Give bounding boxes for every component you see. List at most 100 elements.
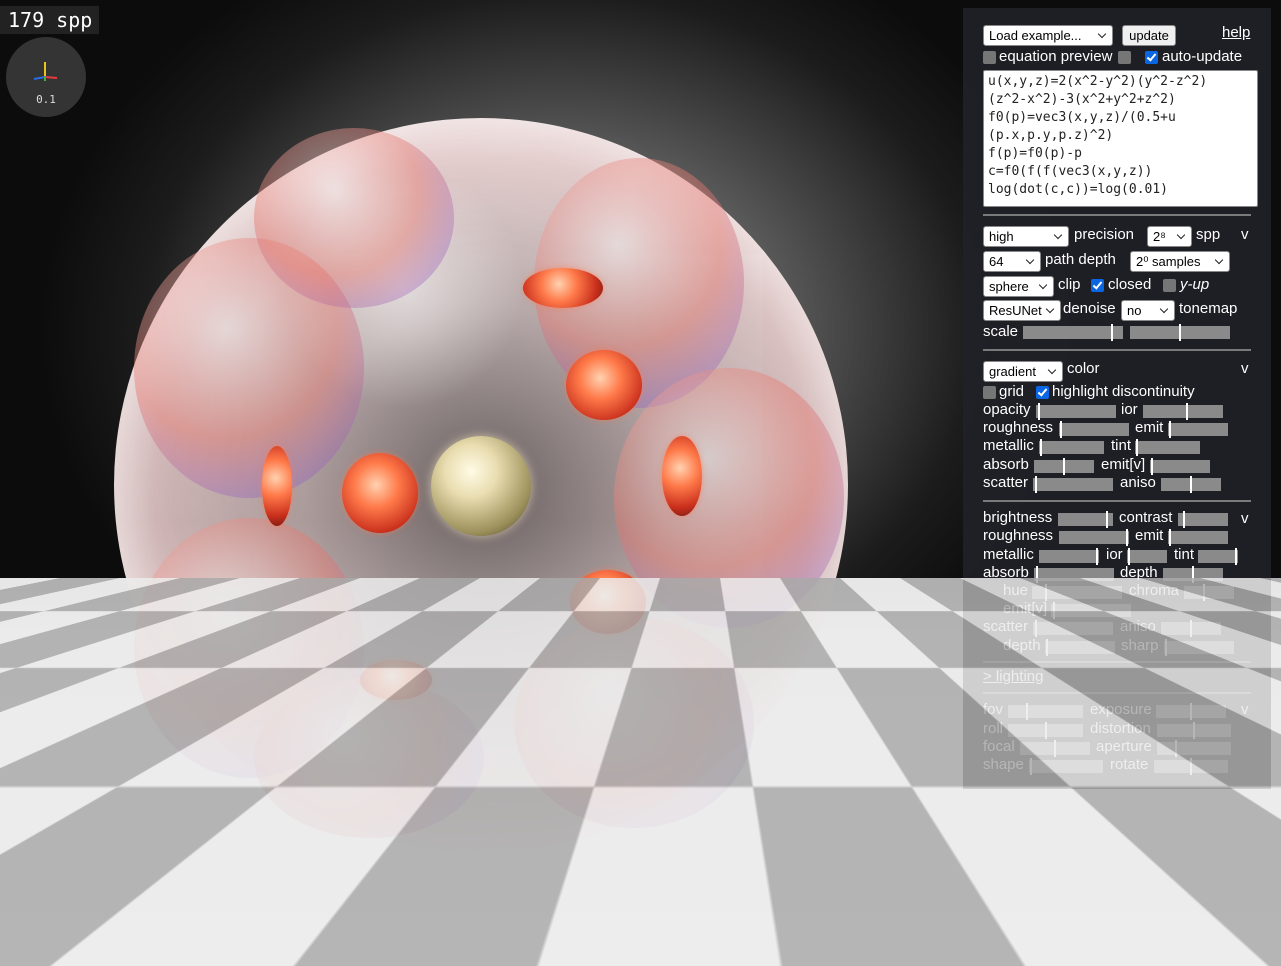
roughness-slider[interactable] [1059,421,1129,438]
slider-knob[interactable] [1036,566,1038,583]
rotate-slider[interactable] [1154,758,1228,775]
render-collapse-toggle[interactable]: v [1241,226,1249,244]
slider-knob[interactable] [1190,703,1192,720]
global-absorb-slider[interactable] [1034,566,1114,583]
slider-knob[interactable] [1169,529,1171,546]
chroma-label: chroma [1129,582,1180,599]
slider-knob[interactable] [1111,324,1113,341]
slider-knob[interactable] [1063,458,1065,475]
slider-knob[interactable] [1169,421,1171,438]
y-up-checkbox[interactable] [1163,279,1176,292]
chroma-slider[interactable] [1184,584,1234,601]
global-roughness-slider[interactable] [1059,529,1129,546]
global-emit-slider[interactable] [1168,529,1228,546]
material-collapse-toggle[interactable]: v [1241,360,1249,378]
opacity-slider[interactable] [1036,403,1116,420]
example-select[interactable]: Load example... [983,25,1113,46]
scale-slider-secondary[interactable] [1130,324,1230,341]
slider-knob[interactable] [1136,439,1138,456]
aniso-slider[interactable] [1161,476,1221,493]
equation-preview-checkbox[interactable] [983,51,996,64]
metallic-slider[interactable] [1039,439,1104,456]
sharp-slider[interactable] [1164,639,1234,656]
slider-knob[interactable] [1190,476,1192,493]
slider-knob[interactable] [1183,511,1185,528]
samples-select[interactable]: 2⁰ samples [1130,251,1230,272]
slider-knob[interactable] [1190,758,1192,775]
slider-knob[interactable] [1035,476,1037,493]
emit-v-slider[interactable] [1150,458,1210,475]
global-collapse-toggle[interactable]: v [1241,510,1249,528]
slider-knob[interactable] [1054,740,1056,757]
slider-knob[interactable] [1203,584,1205,601]
slider-knob[interactable] [1126,529,1128,546]
fov-slider[interactable] [1008,703,1083,720]
slider-knob[interactable] [1235,548,1237,565]
focal-slider[interactable] [1020,740,1090,757]
ior-slider[interactable] [1143,403,1223,420]
absorb-slider[interactable] [1034,458,1094,475]
slider-knob[interactable] [1186,403,1188,420]
highlight-discontinuity-checkbox[interactable] [1036,386,1049,399]
slider-knob[interactable] [1175,740,1177,757]
scatter-slider[interactable] [1033,476,1113,493]
slider-knob[interactable] [1151,458,1153,475]
roll-slider[interactable] [1008,722,1083,739]
spp-select[interactable]: 2⁸ [1147,226,1192,247]
axis-gizmo[interactable]: 0.1 [6,37,86,117]
path-depth-select[interactable]: 64 [983,251,1041,272]
auto-update-checkbox[interactable] [1145,51,1158,64]
slider-knob[interactable] [1192,566,1194,583]
global-scatter-slider[interactable] [1033,620,1113,637]
global-depth-slider[interactable] [1163,566,1223,583]
color-mode-select[interactable]: gradient [983,361,1063,382]
shape-slider[interactable] [1029,758,1103,775]
clip-select[interactable]: sphere [983,276,1054,297]
grid-checkbox[interactable] [983,386,996,399]
exposure-slider[interactable] [1156,703,1226,720]
slider-knob[interactable] [1096,548,1098,565]
camera-collapse-toggle[interactable]: v [1241,701,1249,719]
contrast-slider[interactable] [1178,511,1228,528]
tonemap-select[interactable]: no [1121,300,1175,321]
slider-knob[interactable] [1179,324,1181,341]
global-aniso-slider[interactable] [1161,620,1221,637]
global-emit-v-slider[interactable] [1051,602,1131,619]
slider-knob[interactable] [1053,602,1055,619]
global-tint-slider[interactable] [1198,548,1238,565]
slider-knob[interactable] [1165,639,1167,656]
closed-checkbox[interactable] [1091,279,1104,292]
scale-label: scale [983,323,1019,340]
global-ior-slider[interactable] [1127,548,1167,565]
emit-slider[interactable] [1168,421,1228,438]
lighting-section-link[interactable]: > lighting [983,668,1043,686]
slider-knob[interactable] [1045,584,1047,601]
aperture-slider[interactable] [1157,740,1231,757]
slider-knob[interactable] [1193,722,1195,739]
slider-knob[interactable] [1106,511,1108,528]
precision-select[interactable]: high [983,226,1069,247]
global-metallic-slider[interactable] [1039,548,1099,565]
slider-knob[interactable] [1035,620,1037,637]
slider-knob[interactable] [1060,421,1062,438]
slider-knob[interactable] [1030,758,1032,775]
help-link[interactable]: help [1222,24,1250,42]
opacity-label: opacity [983,401,1031,418]
update-button[interactable]: update [1122,25,1176,46]
slider-knob[interactable] [1038,403,1040,420]
slider-knob[interactable] [1026,703,1028,720]
denoise-select[interactable]: ResUNet [983,300,1061,321]
slider-knob[interactable] [1040,439,1042,456]
equation-editor[interactable]: u(x,y,z)=2(x^2-y^2)(y^2-z^2) (z^2-x^2)-3… [983,70,1258,207]
scale-slider[interactable] [1023,324,1123,341]
slider-knob[interactable] [1190,620,1192,637]
slider-knob[interactable] [1046,639,1048,656]
hue-slider[interactable] [1032,584,1122,601]
slider-knob[interactable] [1045,722,1047,739]
distortion-slider[interactable] [1157,722,1231,739]
extra-checkbox[interactable] [1118,51,1131,64]
brightness-slider[interactable] [1058,511,1113,528]
slider-knob[interactable] [1128,548,1130,565]
tint-slider[interactable] [1135,439,1200,456]
scatter-depth-slider[interactable] [1045,639,1115,656]
